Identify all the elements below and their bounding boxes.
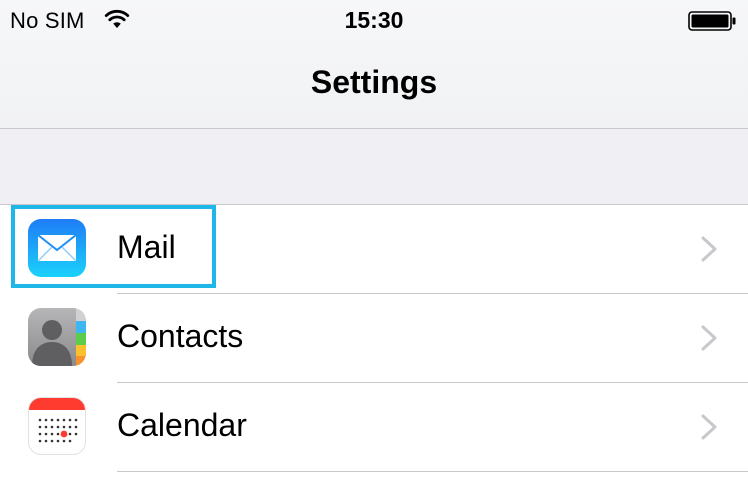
calendar-icon [28,397,86,455]
contacts-icon [28,308,86,366]
settings-list: Mail Contacts Calendar [0,205,748,472]
chevron-right-icon [700,324,718,357]
settings-item-mail[interactable]: Mail [0,205,748,294]
settings-item-label: Contacts [117,318,244,354]
chevron-right-icon [700,413,718,446]
status-bar: No SIM 15:30 [0,0,748,42]
status-time: 15:30 [344,7,404,33]
chevron-right-icon [700,235,718,268]
settings-item-calendar[interactable]: Calendar [0,383,748,472]
section-gap [0,129,748,205]
navigation-header: No SIM 15:30 Settings [0,0,748,129]
page-title: Settings [310,64,438,100]
mail-icon [28,219,86,277]
settings-item-label: Calendar [117,407,247,443]
battery-full-icon [688,10,738,37]
row-divider [117,471,748,472]
settings-item-label: Mail [117,229,176,265]
settings-item-contacts[interactable]: Contacts [0,294,748,383]
